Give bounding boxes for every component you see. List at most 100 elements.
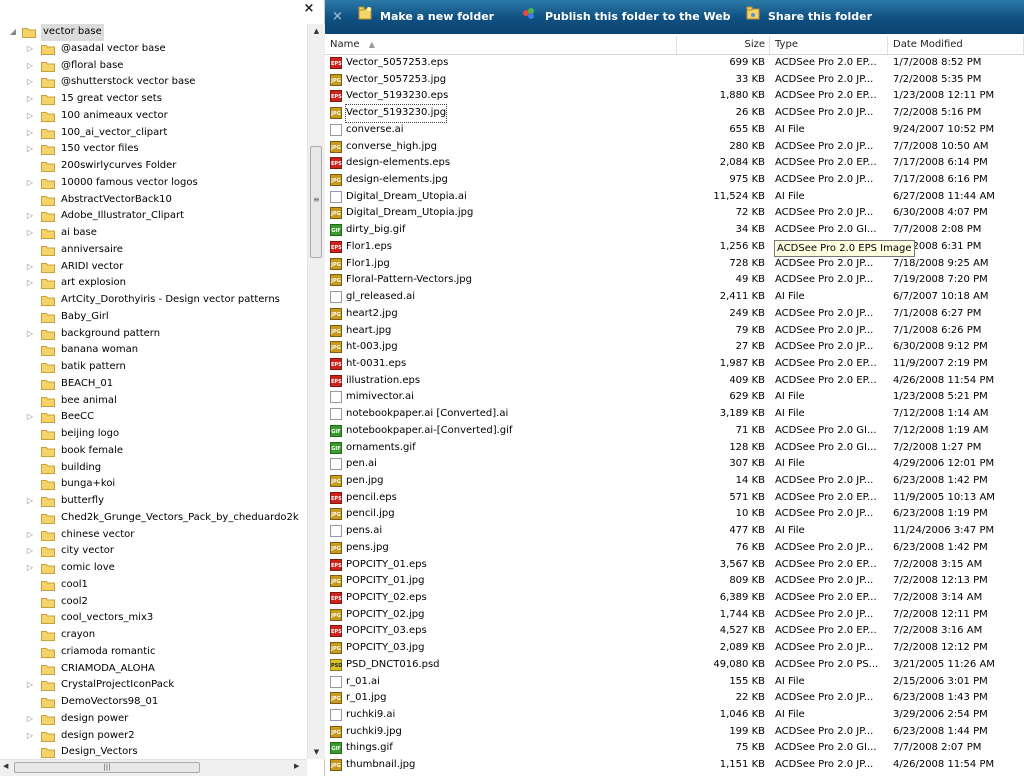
tree-folder-item[interactable]: cool_vectors_mix3 bbox=[0, 610, 307, 627]
expand-arrow-icon[interactable]: ▷ bbox=[25, 125, 35, 142]
file-row[interactable]: pens.ai 477 KB AI File 11/24/2006 3:47 PM bbox=[325, 523, 1024, 540]
tree-folder-item[interactable]: building bbox=[0, 460, 307, 477]
expand-arrow-icon[interactable]: ▷ bbox=[25, 108, 35, 125]
expand-arrow-icon[interactable]: ▷ bbox=[25, 275, 35, 292]
column-header-size[interactable]: Size bbox=[677, 36, 770, 54]
tree-folder-item[interactable]: beijing logo bbox=[0, 426, 307, 443]
expand-arrow-icon[interactable]: ▷ bbox=[25, 141, 35, 158]
file-row[interactable]: EPS POPCITY_02.eps 6,389 KB ACDSee Pro 2.0 … bbox=[325, 590, 1024, 607]
expand-arrow-icon[interactable]: ▷ bbox=[25, 208, 35, 225]
tree-folder-item[interactable]: bunga+koi bbox=[0, 476, 307, 493]
file-row[interactable]: Digital_Dream_Utopia.ai 11,524 KB AI File 6… bbox=[325, 189, 1024, 206]
file-row[interactable]: PSD PSD_DNCT016.psd 49,080 KB ACDSee Pro 2.… bbox=[325, 657, 1024, 674]
file-row[interactable]: EPS design-elements.eps 2,084 KB ACDSee Pro… bbox=[325, 155, 1024, 172]
tree-root-folder[interactable]: ◢ vector base bbox=[0, 24, 307, 41]
file-row[interactable]: JPG thumbnail.jpg 1,151 KB ACDSee Pro 2.0 J… bbox=[325, 757, 1024, 774]
column-header-name[interactable]: Name ▲ bbox=[325, 36, 677, 54]
file-row[interactable]: JPG pen.jpg 14 KB ACDSee Pro 2.0 JP... 6/23/… bbox=[325, 473, 1024, 490]
tree-folder-item[interactable]: Baby_Girl bbox=[0, 309, 307, 326]
expand-arrow-icon[interactable]: ▷ bbox=[25, 41, 35, 58]
file-row[interactable]: EPS Vector_5057253.eps 699 KB ACDSee Pro 2.… bbox=[325, 55, 1024, 72]
file-row[interactable]: EPS Flor1.eps 1,256 KB 7/7/2008 6:31 PM bbox=[325, 239, 1024, 256]
tree-folder-item[interactable]: bee animal bbox=[0, 393, 307, 410]
tree-folder-item[interactable]: AbstractVectorBack10 bbox=[0, 192, 307, 209]
file-row[interactable]: EPS pencil.eps 571 KB ACDSee Pro 2.0 EP... 1… bbox=[325, 490, 1024, 507]
tree-horizontal-scrollbar[interactable]: ◀ ||| ▶ bbox=[0, 759, 307, 776]
scroll-down-arrow-icon[interactable]: ▼ bbox=[308, 745, 325, 759]
tree-hscroll-thumb[interactable]: ||| bbox=[14, 762, 200, 773]
tree-folder-item[interactable]: banana woman bbox=[0, 342, 307, 359]
file-row[interactable]: EPS POPCITY_01.eps 3,567 KB ACDSee Pro 2.0 … bbox=[325, 557, 1024, 574]
expand-arrow-icon[interactable]: ▷ bbox=[25, 74, 35, 91]
tree-folder-item[interactable]: Design_Vectors bbox=[0, 744, 307, 759]
file-row[interactable]: r_01.ai 155 KB AI File 2/15/2006 3:01 PM bbox=[325, 674, 1024, 691]
expand-arrow-icon[interactable]: ▷ bbox=[25, 91, 35, 108]
file-row[interactable]: JPG POPCITY_01.jpg 809 KB ACDSee Pro 2.0 JP… bbox=[325, 573, 1024, 590]
file-row[interactable]: JPG Floral-Pattern-Vectors.jpg 49 KB ACDSee… bbox=[325, 272, 1024, 289]
tree-folder-item[interactable]: ▷ 100 animeaux vector bbox=[0, 108, 307, 125]
expand-arrow-icon[interactable]: ▷ bbox=[25, 259, 35, 276]
expand-arrow-icon[interactable]: ▷ bbox=[25, 493, 35, 510]
expand-arrow-icon[interactable]: ▷ bbox=[25, 711, 35, 728]
file-row[interactable]: JPG design-elements.jpg 975 KB ACDSee Pro 2… bbox=[325, 172, 1024, 189]
tree-folder-item[interactable]: BEACH_01 bbox=[0, 376, 307, 393]
file-row[interactable]: JPG POPCITY_03.jpg 2,089 KB ACDSee Pro 2.0 … bbox=[325, 640, 1024, 657]
tree-folder-item[interactable]: criamoda romantic bbox=[0, 644, 307, 661]
tree-folder-item[interactable]: ▷ BeeCC bbox=[0, 409, 307, 426]
file-row[interactable]: GIF notebookpaper.ai-[Converted].gif 71 KB… bbox=[325, 423, 1024, 440]
file-row[interactable]: GIF things.gif 75 KB ACDSee Pro 2.0 GI... 7/… bbox=[325, 740, 1024, 757]
tree-folder-item[interactable]: ArtCity_Dorothyiris - Design vector patt… bbox=[0, 292, 307, 309]
tree-folder-item[interactable]: ▷ design power bbox=[0, 711, 307, 728]
expand-arrow-icon[interactable]: ▷ bbox=[25, 527, 35, 544]
tree-folder-item[interactable]: ▷ background pattern bbox=[0, 326, 307, 343]
file-row[interactable]: JPG POPCITY_02.jpg 1,744 KB ACDSee Pro 2.0 … bbox=[325, 607, 1024, 624]
tree-folder-item[interactable]: ▷ city vector bbox=[0, 543, 307, 560]
tree-folder-item[interactable]: ▷ butterfly bbox=[0, 493, 307, 510]
file-row[interactable]: JPG heart.jpg 79 KB ACDSee Pro 2.0 JP... 7/1… bbox=[325, 323, 1024, 340]
file-row[interactable]: JPG converse_high.jpg 280 KB ACDSee Pro 2.0… bbox=[325, 139, 1024, 156]
column-header-date-modified[interactable]: Date Modified bbox=[888, 36, 1024, 54]
close-tasks-icon[interactable]: × bbox=[332, 9, 343, 25]
scroll-left-arrow-icon[interactable]: ◀ bbox=[3, 762, 8, 770]
file-row[interactable]: GIF dirty_big.gif 34 KB ACDSee Pro 2.0 GI..… bbox=[325, 222, 1024, 239]
tree-folder-item[interactable]: ▷ @floral base bbox=[0, 58, 307, 75]
expand-arrow-icon[interactable]: ▷ bbox=[25, 543, 35, 560]
tree-folder-item[interactable]: ▷ comic love bbox=[0, 560, 307, 577]
expand-arrow-icon[interactable]: ▷ bbox=[25, 560, 35, 577]
expand-arrow-icon[interactable]: ▷ bbox=[25, 409, 35, 426]
file-row[interactable]: JPG ht-003.jpg 27 KB ACDSee Pro 2.0 JP... 6/… bbox=[325, 339, 1024, 356]
publish-folder-button[interactable]: Publish this folder to the Web bbox=[521, 0, 731, 34]
file-row[interactable]: JPG Flor1.jpg 728 KB ACDSee Pro 2.0 JP... 7/… bbox=[325, 256, 1024, 273]
file-row[interactable]: notebookpaper.ai [Converted].ai 3,189 KB A… bbox=[325, 406, 1024, 423]
file-row[interactable]: JPG pencil.jpg 10 KB ACDSee Pro 2.0 JP... 6/… bbox=[325, 506, 1024, 523]
tree-folder-item[interactable]: cool1 bbox=[0, 577, 307, 594]
column-header-type[interactable]: Type bbox=[770, 36, 888, 54]
tree-folder-item[interactable]: ▷ Adobe_Illustrator_Clipart bbox=[0, 208, 307, 225]
tree-scroll-thumb[interactable]: ≡ bbox=[310, 146, 322, 258]
scroll-right-arrow-icon[interactable]: ▶ bbox=[294, 762, 299, 770]
tree-folder-item[interactable]: anniversaire bbox=[0, 242, 307, 259]
file-row[interactable]: GIF ornaments.gif 128 KB ACDSee Pro 2.0 GI.… bbox=[325, 440, 1024, 457]
file-row[interactable]: JPG heart2.jpg 249 KB ACDSee Pro 2.0 JP... 7… bbox=[325, 306, 1024, 323]
file-row[interactable]: converse.ai 655 KB AI File 9/24/2007 10:52 … bbox=[325, 122, 1024, 139]
tree-folder-item[interactable]: ▷ CrystalProjectIconPack bbox=[0, 677, 307, 694]
expand-arrow-icon[interactable]: ▷ bbox=[25, 58, 35, 75]
expand-arrow-icon[interactable]: ▷ bbox=[25, 225, 35, 242]
file-row[interactable]: EPS Vector_5193230.eps 1,880 KB ACDSee Pro … bbox=[325, 88, 1024, 105]
file-row[interactable]: JPG Vector_5057253.jpg 33 KB ACDSee Pro 2.0… bbox=[325, 72, 1024, 89]
file-row[interactable]: pen.ai 307 KB AI File 4/29/2006 12:01 PM bbox=[325, 456, 1024, 473]
tree-folder-item[interactable]: ▷ 100_ai_vector_clipart bbox=[0, 125, 307, 142]
file-row[interactable]: mimivector.ai 629 KB AI File 1/23/2008 5:21… bbox=[325, 389, 1024, 406]
file-row[interactable]: JPG Digital_Dream_Utopia.jpg 72 KB ACDSee P… bbox=[325, 205, 1024, 222]
tree-folder-item[interactable]: 200swirlycurves Folder bbox=[0, 158, 307, 175]
share-folder-button[interactable]: Share this folder bbox=[746, 0, 872, 34]
expand-arrow-icon[interactable]: ▷ bbox=[25, 677, 35, 694]
tree-folder-item[interactable]: ▷ 15 great vector sets bbox=[0, 91, 307, 108]
file-row[interactable]: JPG pens.jpg 76 KB ACDSee Pro 2.0 JP... 6/23… bbox=[325, 540, 1024, 557]
tree-folder-item[interactable]: DemoVectors98_01 bbox=[0, 694, 307, 711]
tree-folder-item[interactable]: ▷ ARIDI vector bbox=[0, 259, 307, 276]
tree-folder-item[interactable]: ▷ @shutterstock vector base bbox=[0, 74, 307, 91]
tree-folder-item[interactable]: batik pattern bbox=[0, 359, 307, 376]
tree-folder-item[interactable]: Ched2k_Grunge_Vectors_Pack_by_cheduardo2… bbox=[0, 510, 307, 527]
file-row[interactable]: JPG Vector_5193230.jpg 26 KB ACDSee Pro 2.0… bbox=[325, 104, 1024, 123]
